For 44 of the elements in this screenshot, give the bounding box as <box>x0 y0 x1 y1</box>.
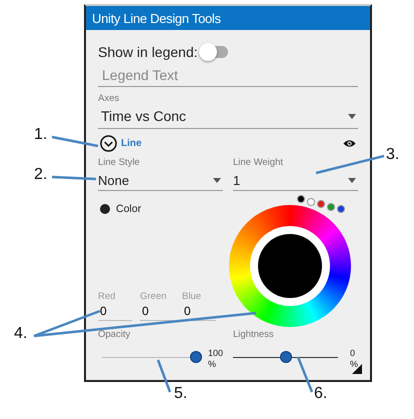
callout-number: 4. <box>14 325 28 343</box>
leader-line <box>316 154 384 174</box>
line-style-label: Line Style <box>98 157 141 168</box>
color-swatch[interactable] <box>337 205 345 213</box>
line-style-dropdown[interactable]: None <box>98 170 223 191</box>
axes-dropdown[interactable]: Time vs Conc <box>98 104 358 129</box>
window-title: Unity Line Design Tools <box>86 6 370 30</box>
color-dot-icon <box>100 204 110 214</box>
color-label: Color <box>116 203 142 215</box>
channel-label: Red <box>98 291 116 302</box>
chevron-icon[interactable] <box>100 134 117 152</box>
leader-line <box>156 360 172 392</box>
color-swatch[interactable] <box>297 195 305 203</box>
opacity-reading: 100 % <box>208 348 223 370</box>
opacity-slider-thumb[interactable] <box>190 351 202 363</box>
section-title: Line <box>121 138 143 148</box>
line-weight-label: Line Weight <box>233 157 284 168</box>
channel-input[interactable]: 0 <box>98 302 132 321</box>
channel-label: Blue <box>182 291 202 302</box>
leader-line <box>296 356 314 392</box>
line-weight-dropdown[interactable]: 1 <box>233 170 358 191</box>
show-in-legend-label: Show in legend: <box>98 44 198 60</box>
callout-number: 1. <box>34 126 48 144</box>
callout-number: 3. <box>386 146 400 164</box>
callout-number: 6. <box>314 385 328 403</box>
legend-toggle[interactable] <box>202 46 228 58</box>
leader-line <box>52 176 96 180</box>
color-swatch[interactable] <box>327 202 335 210</box>
leader-line <box>52 136 98 148</box>
channel-label: Green <box>140 291 168 302</box>
axes-label: Axes <box>98 93 120 104</box>
opacity-label: Opacity <box>98 329 132 340</box>
channel-input[interactable]: 0 <box>140 302 174 321</box>
color-preview <box>258 234 322 298</box>
lightness-label: Lightness <box>233 329 275 340</box>
channel-input[interactable]: 0 <box>182 302 216 321</box>
callout-number: 5. <box>174 385 188 403</box>
color-swatch[interactable] <box>307 198 315 206</box>
lightness-slider-thumb[interactable] <box>280 351 292 363</box>
lightness-reading: 0 % <box>350 348 358 370</box>
legend-text-field[interactable]: Legend Text <box>98 63 358 87</box>
eye-icon[interactable] <box>343 138 356 148</box>
callout-number: 2. <box>34 166 48 184</box>
color-swatch[interactable] <box>317 200 325 208</box>
